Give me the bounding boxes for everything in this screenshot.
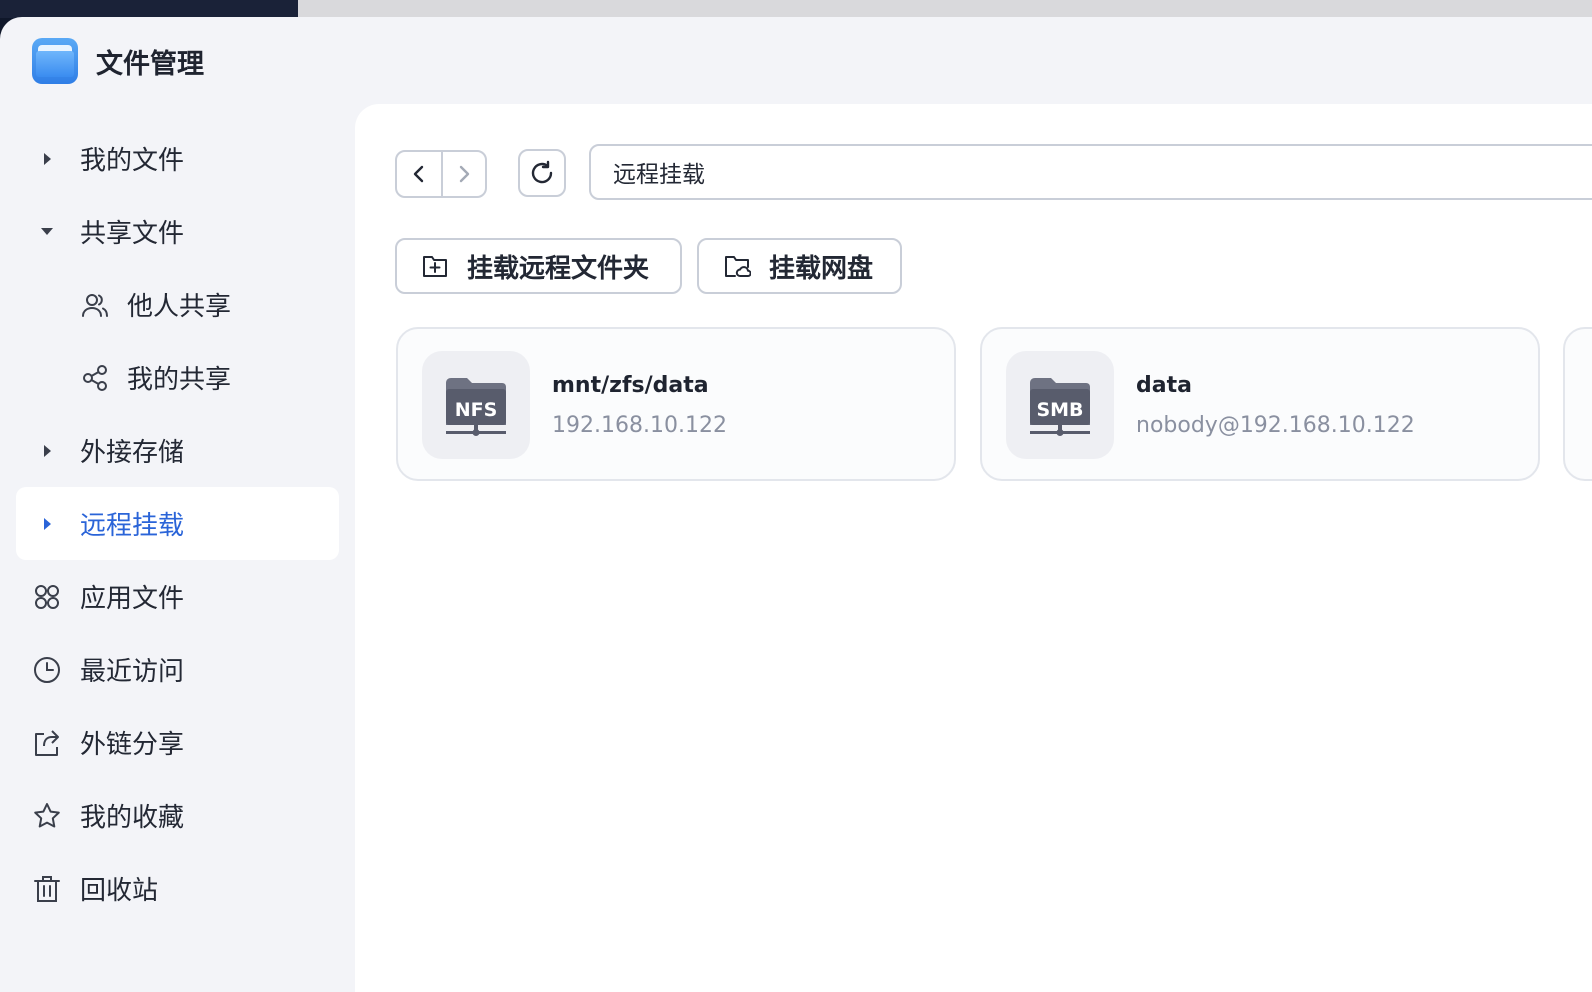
mount-card-address: 192.168.10.122 (552, 413, 727, 438)
mount-card-smb[interactable]: SMB data nobody@192.168.10.122 (980, 327, 1540, 481)
background-window-strip (0, 0, 1592, 18)
mount-cloud-drive-label: 挂载网盘 (769, 253, 874, 284)
app-header: 文件管理 (32, 37, 204, 85)
folder-add-icon (423, 256, 447, 277)
refresh-icon (531, 160, 553, 184)
sidebar-item-my-files[interactable]: 我的文件 (16, 122, 339, 195)
sidebar-item-label: 他人共享 (127, 292, 232, 322)
mount-remote-folder-label: 挂载远程文件夹 (467, 253, 650, 284)
mount-type-label: NFS (455, 399, 498, 421)
smb-folder-icon: SMB (1006, 351, 1114, 459)
sidebar-item-favorites[interactable]: 我的收藏 (16, 779, 339, 852)
sidebar-item-link-share[interactable]: 外链分享 (16, 706, 339, 779)
mount-remote-folder-button[interactable]: 挂载远程文件夹 (395, 238, 682, 294)
chevron-left-icon (413, 165, 424, 183)
clock-icon (34, 656, 60, 683)
sidebar-item-label: 我的收藏 (80, 803, 185, 833)
caret-down-icon[interactable] (40, 225, 54, 239)
background-other-window (298, 0, 1592, 18)
sidebar-item-app-files[interactable]: 应用文件 (16, 560, 339, 633)
chevron-right-icon (459, 165, 470, 183)
mount-card-title: mnt/zfs/data (552, 373, 709, 398)
folder-cloud-icon (725, 256, 751, 277)
sidebar-item-label: 回收站 (80, 876, 159, 906)
path-input[interactable] (589, 144, 1592, 200)
sidebar-item-label: 我的文件 (80, 146, 185, 176)
sidebar-item-label: 应用文件 (80, 584, 185, 614)
main-panel: 挂载远程文件夹 挂载网盘 NFS mnt/zfs/data (355, 104, 1592, 992)
refresh-button[interactable] (518, 149, 566, 197)
share-icon (83, 364, 107, 391)
sidebar-item-external-storage[interactable]: 外接存储 (16, 414, 339, 487)
sidebar-item-shared-with-me[interactable]: 他人共享 (16, 268, 339, 341)
sidebar-item-label: 共享文件 (80, 219, 185, 249)
caret-right-icon[interactable] (40, 444, 54, 458)
nfs-folder-icon: NFS (422, 351, 530, 459)
sidebar-item-label: 最近访问 (80, 657, 185, 687)
mount-card-address: nobody@192.168.10.122 (1136, 413, 1415, 438)
sidebar-item-my-shares[interactable]: 我的共享 (16, 341, 339, 414)
apps-icon (35, 584, 59, 609)
mount-card-title: data (1136, 373, 1192, 398)
app-title: 文件管理 (96, 48, 204, 80)
external-link-icon (35, 729, 59, 756)
sidebar: 我的文件 共享文件 他人共享 我的共享 外接存储 远程挂载 应用文件 最近访问 … (16, 122, 339, 925)
back-button[interactable] (397, 152, 441, 196)
folder-app-icon (32, 38, 78, 84)
trash-icon (34, 875, 60, 902)
mount-card-partial[interactable] (1563, 327, 1592, 481)
caret-right-icon[interactable] (40, 152, 54, 166)
mount-type-label: SMB (1036, 399, 1083, 421)
history-nav-group (395, 150, 487, 198)
sidebar-item-label: 外接存储 (80, 438, 185, 468)
star-icon (34, 802, 60, 827)
sidebar-item-label: 外链分享 (80, 730, 185, 760)
mount-cloud-drive-button[interactable]: 挂载网盘 (697, 238, 902, 294)
sidebar-item-label: 我的共享 (127, 365, 232, 395)
forward-button[interactable] (440, 152, 485, 196)
caret-right-icon[interactable] (40, 517, 54, 531)
sidebar-item-trash[interactable]: 回收站 (16, 852, 339, 925)
sidebar-item-remote-mount[interactable]: 远程挂载 (16, 487, 339, 560)
users-icon (82, 293, 108, 317)
sidebar-item-shared-files[interactable]: 共享文件 (16, 195, 339, 268)
sidebar-item-recent[interactable]: 最近访问 (16, 633, 339, 706)
mount-card-nfs[interactable]: NFS mnt/zfs/data 192.168.10.122 (396, 327, 956, 481)
file-manager-window: 文件管理 我的文件 共享文件 他人共享 我的共享 外接存储 远程挂载 应用文件 … (0, 17, 1592, 992)
sidebar-item-label: 远程挂载 (80, 511, 185, 541)
